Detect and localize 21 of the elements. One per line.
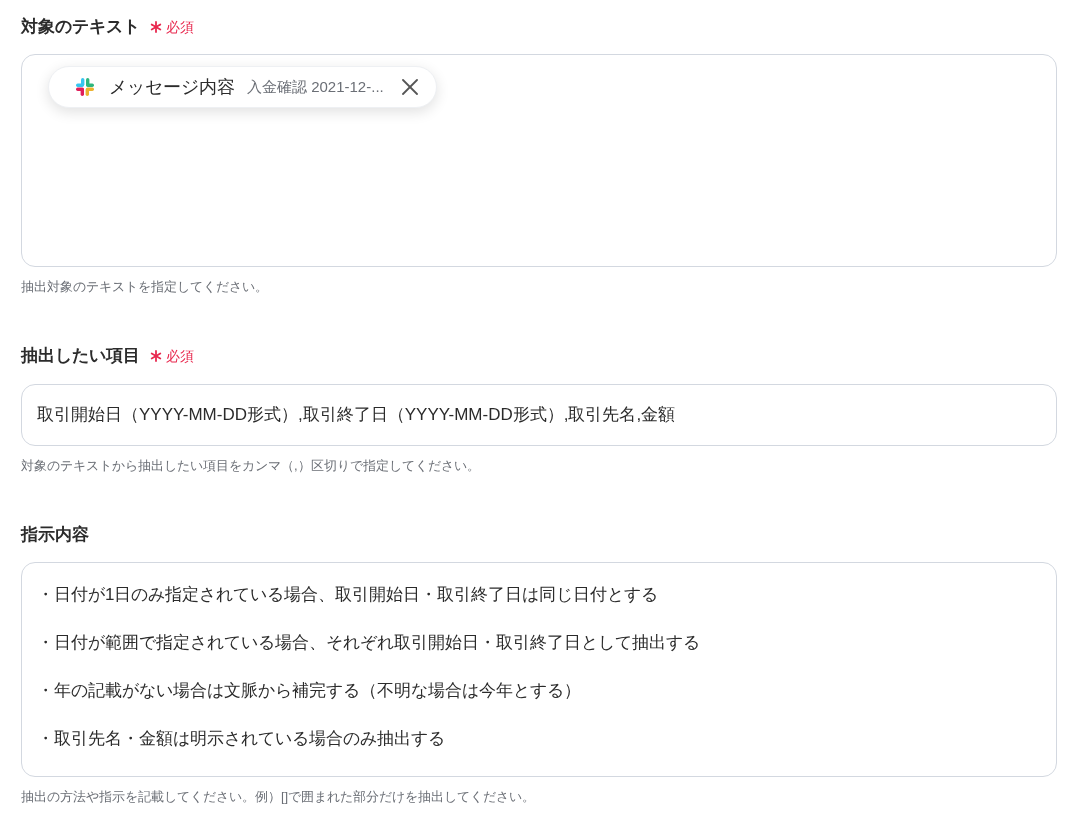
instruction-line: ・年の記載がない場合は文脈から補完する（不明な場合は今年とする） <box>37 680 581 702</box>
required-text: 必須 <box>166 18 194 37</box>
chip-name: メッセージ内容 <box>109 75 235 99</box>
close-icon <box>401 79 418 95</box>
instruction-line: ・取引先名・金額は明示されている場合のみ抽出する <box>37 728 445 750</box>
input-value: 取引開始日（YYYY-MM-DD形式）,取引終了日（YYYY-MM-DD形式）,取引先名,金額 <box>37 404 676 427</box>
variable-chip[interactable]: メッセージ内容 入金確認 2021-12-... <box>48 66 437 108</box>
text-field[interactable]: メッセージ内容 入金確認 2021-12-... <box>21 54 1057 267</box>
hash-logo-icon <box>75 77 95 97</box>
help-text: 抽出の方法や指示を記載してください。例）[]で囲まれた部分だけを抽出してください。 <box>21 788 536 806</box>
field-label: 対象のテキスト <box>21 16 140 38</box>
help-text: 抽出対象のテキストを指定してください。 <box>21 278 268 296</box>
help-text: 対象のテキストから抽出したい項目をカンマ（,）区切りで指定してください。 <box>21 457 480 475</box>
field-label: 指示内容 <box>21 524 89 546</box>
textarea-field[interactable]: ・日付が1日のみ指定されている場合、取引開始日・取引終了日は同じ日付とする ・日付が範囲で指定されている場合、それぞれ取引開始日・取引終了日として抽出する ・年の記載がない場合は文脈から補完する（不明な場合は今年とする） ・取引先名・金額は明示されている場合のみ抽出する <box>21 562 1057 777</box>
input-field[interactable]: 取引開始日（YYYY-MM-DD形式）,取引終了日（YYYY-MM-DD形式）,取引先名,金額 <box>21 384 1057 446</box>
field-label: 抽出したい項目 <box>21 345 140 367</box>
chip-value: 入金確認 2021-12-... <box>247 76 384 97</box>
required-text: 必須 <box>166 347 194 366</box>
instruction-line: ・日付が範囲で指定されている場合、それぞれ取引開始日・取引終了日として抽出する <box>37 632 700 654</box>
instruction-line: ・日付が1日のみ指定されている場合、取引開始日・取引終了日は同じ日付とする <box>37 584 659 606</box>
